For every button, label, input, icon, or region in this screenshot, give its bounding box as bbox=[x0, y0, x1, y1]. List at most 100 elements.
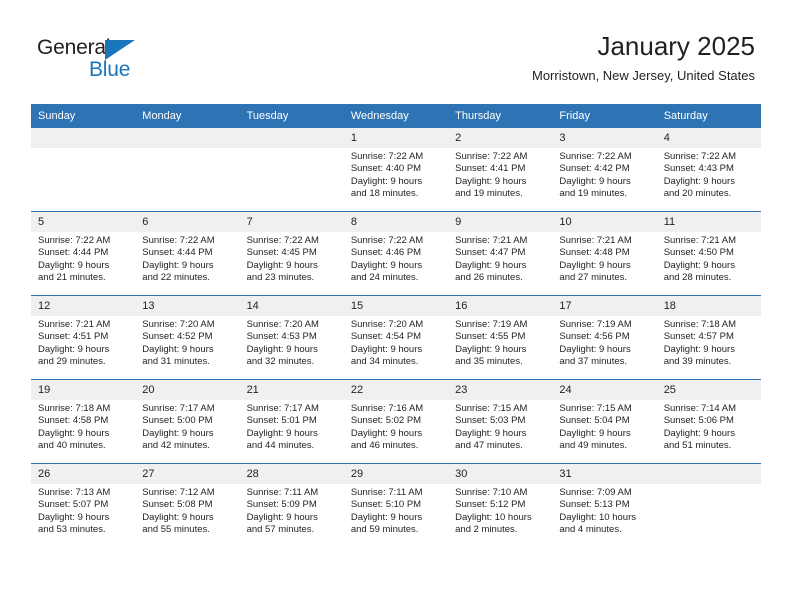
sunset-text: Sunset: 5:06 PM bbox=[663, 415, 734, 427]
day-number: 30 bbox=[448, 464, 553, 484]
day-sun-info: Sunrise: 7:14 AM Sunset: 5:06 PM Daylight:… bbox=[657, 400, 761, 453]
calendar-day-cell[interactable]: 1 Sunrise: 7:22 AM Sunset: 4:40 PM Daylight… bbox=[343, 128, 449, 212]
daylight-text-line2: and 19 minutes. bbox=[455, 188, 523, 200]
calendar-day-cell[interactable]: 28 Sunrise: 7:11 AM Sunset: 5:09 PM Dayligh… bbox=[239, 463, 344, 547]
sunset-text: Sunset: 4:40 PM bbox=[350, 163, 422, 175]
day-number: 14 bbox=[239, 296, 344, 316]
calendar-page: General Blue January 2025 Morristown, Ne… bbox=[0, 0, 792, 612]
calendar-day-cell[interactable]: 27 Sunrise: 7:12 AM Sunset: 5:08 PM Dayligh… bbox=[135, 463, 240, 547]
sunset-text: Sunset: 5:01 PM bbox=[246, 415, 317, 427]
calendar-day-cell[interactable]: 5 Sunrise: 7:22 AM Sunset: 4:44 PM Daylight… bbox=[31, 211, 136, 296]
calendar-day-cell[interactable]: 4 Sunrise: 7:22 AM Sunset: 4:43 PM Daylight… bbox=[656, 128, 761, 212]
daylight-text-line1: Daylight: 10 hours bbox=[559, 511, 636, 523]
logo-text-blue: Blue bbox=[89, 58, 131, 81]
daylight-text-line2: and 44 minutes. bbox=[246, 440, 315, 452]
day-number: 8 bbox=[343, 212, 449, 232]
page-header: General Blue January 2025 Morristown, Ne… bbox=[0, 0, 792, 103]
calendar-day-cell[interactable]: 16 Sunrise: 7:19 AM Sunset: 4:55 PM Dayligh… bbox=[448, 295, 553, 380]
calendar-day-cell[interactable]: 8 Sunrise: 7:22 AM Sunset: 4:46 PM Daylight… bbox=[343, 211, 449, 296]
day-sun-info: Sunrise: 7:21 AM Sunset: 4:48 PM Daylight:… bbox=[552, 232, 656, 285]
calendar-day-cell[interactable]: 14 Sunrise: 7:20 AM Sunset: 4:53 PM Dayligh… bbox=[239, 295, 344, 380]
day-sun-info: Sunrise: 7:22 AM Sunset: 4:43 PM Daylight:… bbox=[657, 148, 761, 201]
day-number: 31 bbox=[552, 464, 657, 484]
daylight-text-line2: and 55 minutes. bbox=[142, 524, 210, 536]
calendar-day-cell[interactable]: 19 Sunrise: 7:18 AM Sunset: 4:58 PM Dayligh… bbox=[31, 379, 136, 464]
calendar-week-row: 12 Sunrise: 7:21 AM Sunset: 4:51 PM Dayligh… bbox=[31, 295, 761, 380]
sunrise-text: Sunrise: 7:22 AM bbox=[142, 235, 215, 246]
sunrise-text: Sunrise: 7:17 AM bbox=[246, 403, 319, 414]
calendar-day-cell[interactable]: 20 Sunrise: 7:17 AM Sunset: 5:00 PM Dayligh… bbox=[135, 379, 240, 464]
day-number: 27 bbox=[135, 464, 240, 484]
sunrise-text: Sunrise: 7:22 AM bbox=[246, 235, 319, 246]
day-sun-info: Sunrise: 7:21 AM Sunset: 4:51 PM Daylight:… bbox=[31, 316, 135, 369]
calendar-day-cell[interactable]: 7 Sunrise: 7:22 AM Sunset: 4:45 PM Daylight… bbox=[239, 211, 344, 296]
daylight-text-line2: and 32 minutes. bbox=[246, 356, 315, 368]
calendar-week-row: 5 Sunrise: 7:22 AM Sunset: 4:44 PM Daylight… bbox=[31, 211, 761, 296]
day-number: 29 bbox=[343, 464, 449, 484]
sunset-text: Sunset: 4:51 PM bbox=[38, 331, 109, 343]
calendar-day-cell[interactable]: 25 Sunrise: 7:14 AM Sunset: 5:06 PM Dayligh… bbox=[656, 379, 761, 464]
calendar-day-cell[interactable]: 3 Sunrise: 7:22 AM Sunset: 4:42 PM Daylight… bbox=[552, 128, 657, 212]
calendar-day-cell[interactable]: 31 Sunrise: 7:09 AM Sunset: 5:13 PM Dayligh… bbox=[552, 463, 657, 547]
day-number: 11 bbox=[656, 212, 761, 232]
daylight-text-line1: Daylight: 9 hours bbox=[350, 259, 423, 271]
daylight-text-line2: and 28 minutes. bbox=[663, 272, 732, 284]
calendar-day-cell[interactable]: 15 Sunrise: 7:20 AM Sunset: 4:54 PM Dayligh… bbox=[343, 295, 449, 380]
calendar-week-row: 19 Sunrise: 7:18 AM Sunset: 4:58 PM Dayligh… bbox=[31, 379, 761, 464]
calendar-day-cell[interactable]: 30 Sunrise: 7:10 AM Sunset: 5:12 PM Dayligh… bbox=[448, 463, 553, 547]
day-number: 7 bbox=[239, 212, 344, 232]
sunrise-text: Sunrise: 7:19 AM bbox=[455, 319, 528, 330]
day-number: 17 bbox=[552, 296, 657, 316]
sunrise-text: Sunrise: 7:13 AM bbox=[38, 487, 111, 498]
day-number: 20 bbox=[135, 380, 240, 400]
sunrise-text: Sunrise: 7:11 AM bbox=[246, 487, 319, 498]
calendar-day-cell[interactable]: 24 Sunrise: 7:15 AM Sunset: 5:04 PM Dayligh… bbox=[552, 379, 657, 464]
daylight-text-line1: Daylight: 9 hours bbox=[246, 511, 318, 523]
sunrise-text: Sunrise: 7:09 AM bbox=[559, 487, 632, 498]
calendar-day-cell[interactable]: 13 Sunrise: 7:20 AM Sunset: 4:52 PM Dayligh… bbox=[135, 295, 240, 380]
calendar-day-cell[interactable]: 26 Sunrise: 7:13 AM Sunset: 5:07 PM Dayligh… bbox=[31, 463, 136, 547]
sunrise-text: Sunrise: 7:22 AM bbox=[663, 151, 737, 162]
day-sun-info: Sunrise: 7:22 AM Sunset: 4:44 PM Daylight:… bbox=[31, 232, 135, 285]
daylight-text-line1: Daylight: 9 hours bbox=[38, 259, 110, 271]
calendar-day-cell[interactable]: 17 Sunrise: 7:19 AM Sunset: 4:56 PM Dayligh… bbox=[552, 295, 657, 380]
daylight-text-line1: Daylight: 9 hours bbox=[663, 259, 735, 271]
sunset-text: Sunset: 4:57 PM bbox=[663, 331, 734, 343]
sunrise-text: Sunrise: 7:21 AM bbox=[38, 319, 111, 330]
sunrise-text: Sunrise: 7:15 AM bbox=[455, 403, 528, 414]
day-number: 24 bbox=[552, 380, 657, 400]
day-number: 19 bbox=[31, 380, 136, 400]
daylight-text-line1: Daylight: 10 hours bbox=[455, 511, 532, 523]
calendar-day-cell[interactable]: 21 Sunrise: 7:17 AM Sunset: 5:01 PM Dayligh… bbox=[239, 379, 344, 464]
calendar-day-cell[interactable]: 6 Sunrise: 7:22 AM Sunset: 4:44 PM Daylight… bbox=[135, 211, 240, 296]
calendar-day-cell[interactable]: 10 Sunrise: 7:21 AM Sunset: 4:48 PM Dayligh… bbox=[552, 211, 657, 296]
daylight-text-line1: Daylight: 9 hours bbox=[38, 427, 110, 439]
sunset-text: Sunset: 4:42 PM bbox=[559, 163, 630, 175]
calendar-day-cell[interactable]: 11 Sunrise: 7:21 AM Sunset: 4:50 PM Dayligh… bbox=[656, 211, 761, 296]
daylight-text-line2: and 27 minutes. bbox=[559, 272, 628, 284]
calendar-day-cell[interactable]: 2 Sunrise: 7:22 AM Sunset: 4:41 PM Daylight… bbox=[448, 128, 553, 212]
day-sun-info: Sunrise: 7:12 AM Sunset: 5:08 PM Daylight:… bbox=[135, 484, 239, 537]
daylight-text-line1: Daylight: 9 hours bbox=[142, 427, 214, 439]
day-number bbox=[656, 464, 761, 484]
daylight-text-line1: Daylight: 9 hours bbox=[350, 175, 423, 187]
day-number bbox=[31, 128, 136, 148]
daylight-text-line1: Daylight: 9 hours bbox=[38, 511, 110, 523]
daylight-text-line1: Daylight: 9 hours bbox=[559, 259, 631, 271]
calendar-day-cell[interactable]: 22 Sunrise: 7:16 AM Sunset: 5:02 PM Dayligh… bbox=[343, 379, 449, 464]
calendar-day-cell[interactable]: 18 Sunrise: 7:18 AM Sunset: 4:57 PM Dayligh… bbox=[656, 295, 761, 380]
title-block: January 2025 Morristown, New Jersey, Uni… bbox=[532, 30, 755, 84]
daylight-text-line1: Daylight: 9 hours bbox=[350, 427, 423, 439]
calendar-day-cell-empty bbox=[31, 128, 136, 212]
day-sun-info: Sunrise: 7:18 AM Sunset: 4:57 PM Daylight:… bbox=[657, 316, 761, 369]
calendar-day-cell[interactable]: 29 Sunrise: 7:11 AM Sunset: 5:10 PM Dayligh… bbox=[343, 463, 449, 547]
calendar-day-cell[interactable]: 23 Sunrise: 7:15 AM Sunset: 5:03 PM Dayligh… bbox=[448, 379, 553, 464]
daylight-text-line2: and 40 minutes. bbox=[38, 440, 106, 452]
day-sun-info: Sunrise: 7:21 AM Sunset: 4:47 PM Daylight:… bbox=[448, 232, 552, 285]
sunset-text: Sunset: 4:45 PM bbox=[246, 247, 317, 259]
day-number: 6 bbox=[135, 212, 240, 232]
calendar-day-cell[interactable]: 9 Sunrise: 7:21 AM Sunset: 4:47 PM Daylight… bbox=[448, 211, 553, 296]
calendar-day-cell[interactable]: 12 Sunrise: 7:21 AM Sunset: 4:51 PM Dayligh… bbox=[31, 295, 136, 380]
sunrise-text: Sunrise: 7:17 AM bbox=[142, 403, 215, 414]
sunrise-text: Sunrise: 7:14 AM bbox=[663, 403, 737, 414]
